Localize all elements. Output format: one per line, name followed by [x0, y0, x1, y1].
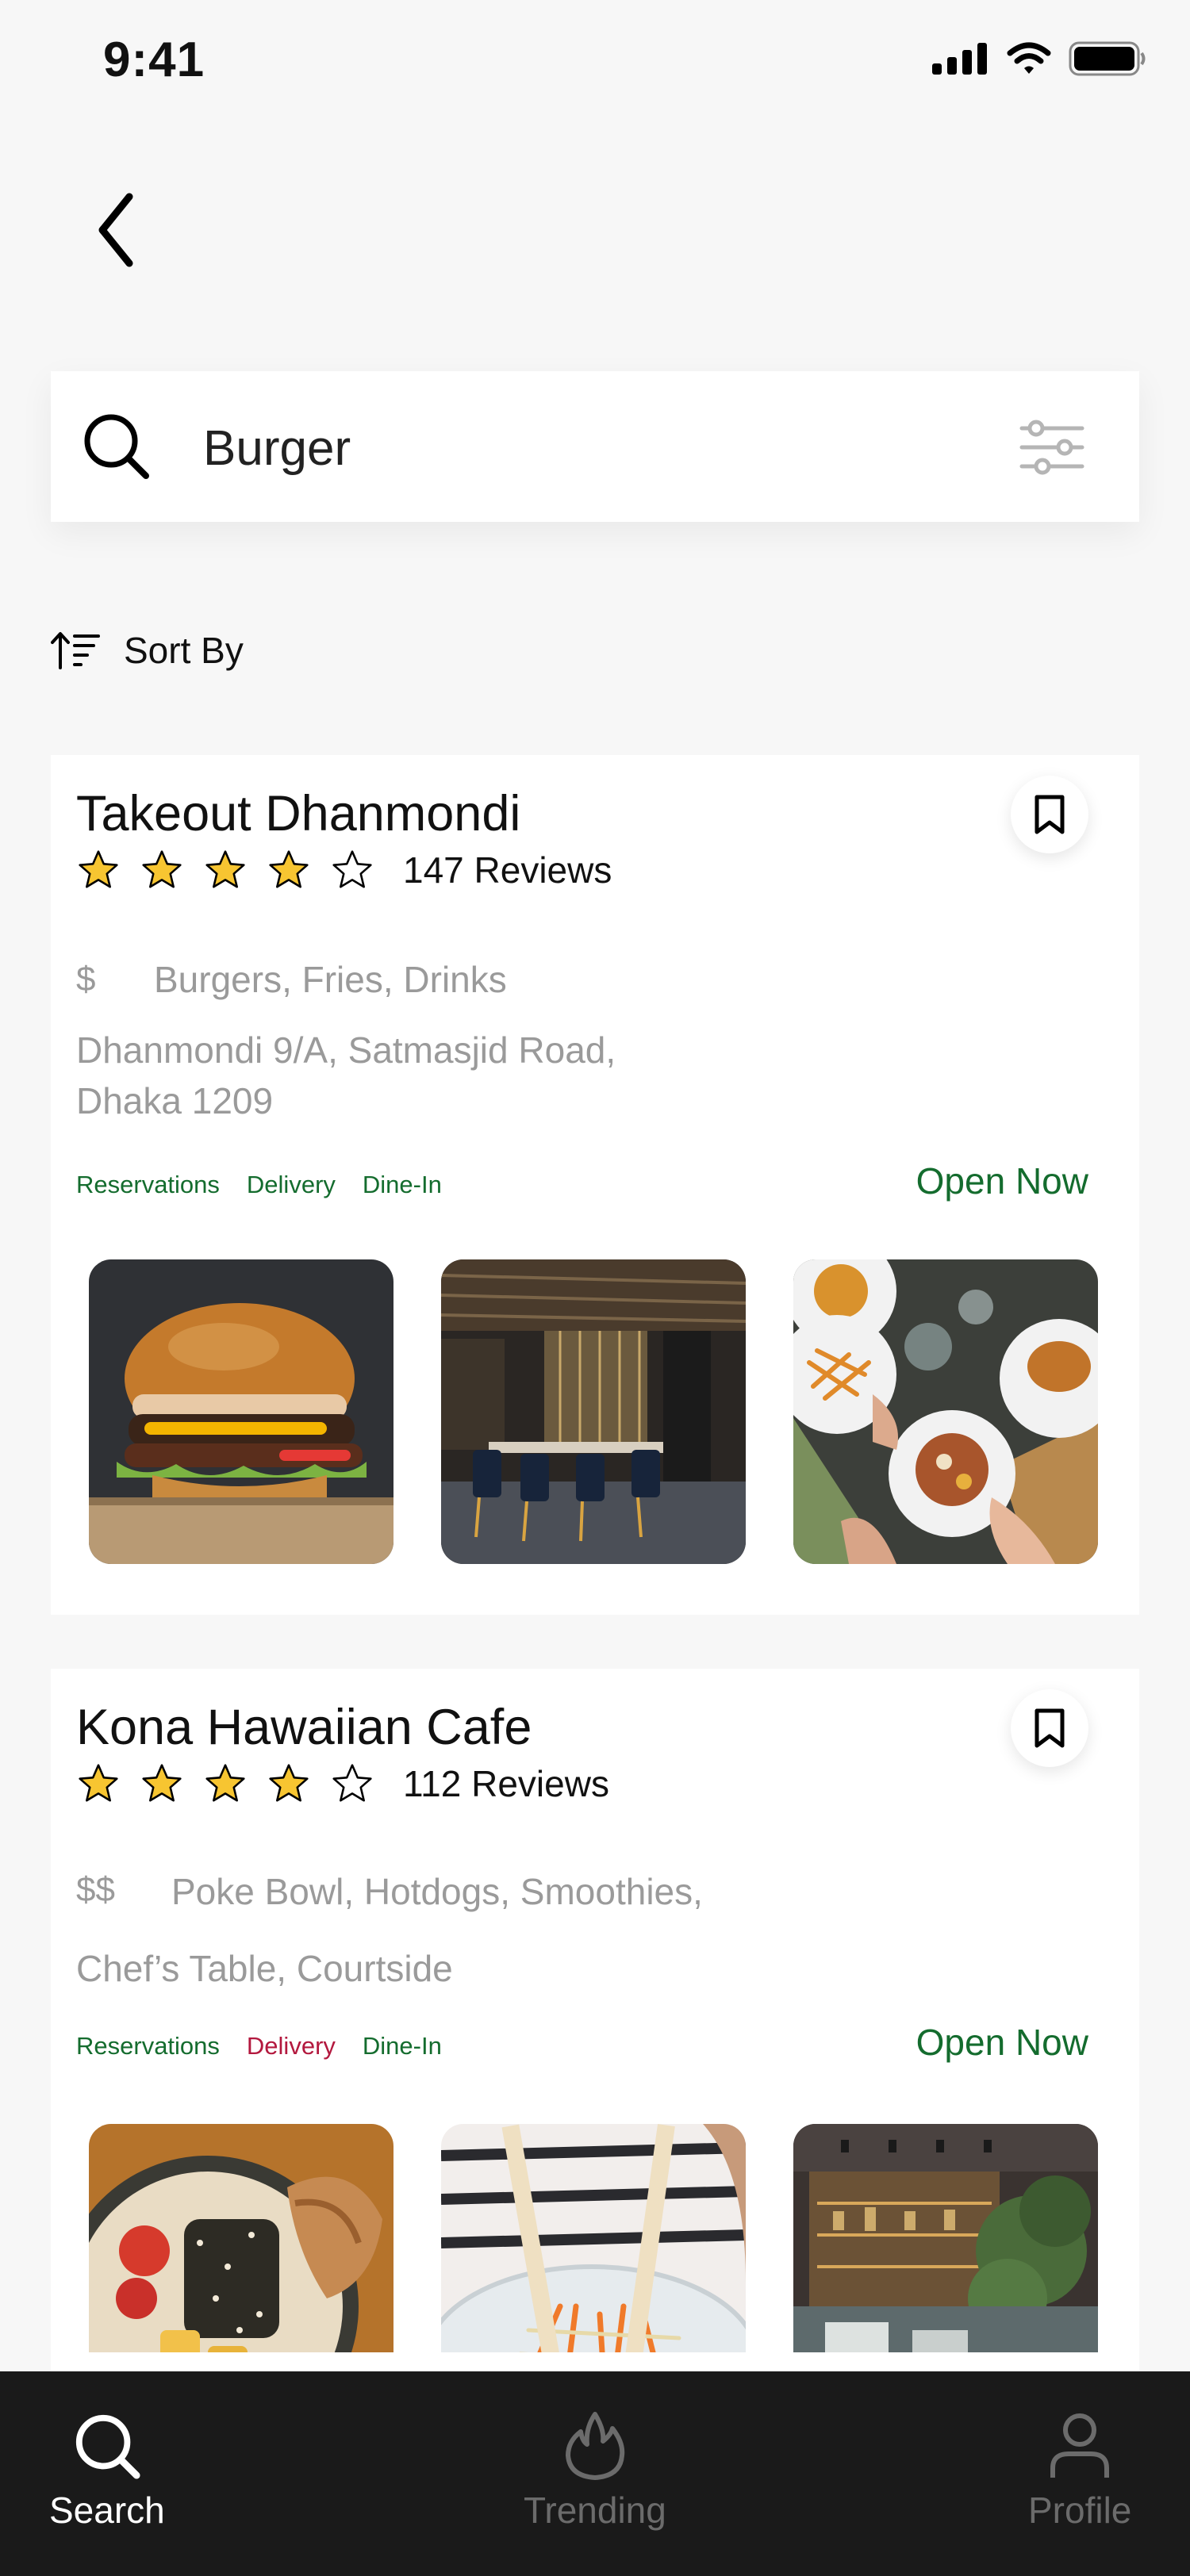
search-input[interactable] — [202, 412, 919, 484]
noodle-salad-photo[interactable] — [441, 2124, 746, 2352]
bookmark-button[interactable] — [1011, 1689, 1088, 1767]
address: Dhanmondi 9/A, Satmasjid Road, Dhaka 120… — [76, 1025, 790, 1126]
restaurant-card[interactable]: Takeout Dhanmondi 147 Reviews $ Burgers,… — [51, 755, 1139, 1615]
back-button[interactable] — [79, 186, 151, 274]
star-filled-icon — [79, 1764, 118, 1802]
filter-button[interactable] — [1012, 409, 1092, 485]
star-filled-icon — [79, 850, 118, 888]
bookmark-icon — [1035, 795, 1065, 834]
status-icons — [932, 41, 1146, 76]
wifi-icon — [1007, 42, 1051, 74]
address-line: Dhaka 1209 — [76, 1080, 274, 1121]
rating-row: 112 Reviews — [76, 1762, 609, 1805]
person-icon — [1050, 2413, 1110, 2478]
star-empty-icon — [332, 850, 372, 888]
shared-meal-photo[interactable] — [793, 1259, 1098, 1564]
tab-label: Search — [49, 2490, 165, 2531]
bookmark-icon — [1035, 1708, 1065, 1748]
star-filled-icon — [142, 850, 182, 888]
sort-label: Sort By — [124, 630, 244, 671]
sliders-icon — [1019, 420, 1084, 475]
status-bar: 9:41 — [0, 0, 1190, 119]
restaurant-name: Kona Hawaiian Cafe — [76, 1700, 532, 1755]
flame-icon — [565, 2412, 625, 2480]
burger-photo[interactable] — [89, 1259, 393, 1564]
battery-icon — [1069, 41, 1146, 76]
rating-row: 147 Reviews — [76, 849, 612, 891]
open-status: Open Now — [916, 2022, 1088, 2063]
tag-reservations: Reservations — [76, 1171, 220, 1198]
star-filled-icon — [205, 1764, 245, 1802]
tab-label: Profile — [1028, 2490, 1132, 2531]
star-filled-icon — [205, 850, 245, 888]
star-filled-icon — [142, 1764, 182, 1802]
tag-dine-in: Dine-In — [362, 2032, 442, 2060]
poke-bowl-photo[interactable] — [89, 2124, 393, 2352]
search-icon — [75, 2414, 140, 2479]
tab-search[interactable]: Search — [49, 2411, 165, 2532]
tab-bar: Search Trending Profile — [0, 2371, 1190, 2576]
photo-gallery — [89, 1259, 1098, 1564]
open-status: Open Now — [916, 1160, 1088, 1202]
star-empty-icon — [332, 1764, 372, 1802]
review-count: 112 Reviews — [403, 1763, 609, 1804]
restaurant-name: Takeout Dhanmondi — [76, 786, 521, 841]
star-filled-icon — [269, 850, 309, 888]
cuisine-list: Poke Bowl, Hotdogs, Smoothies, — [171, 1871, 703, 1912]
tab-label: Trending — [524, 2490, 666, 2531]
tab-profile[interactable]: Profile — [1028, 2411, 1131, 2532]
address-line: Chef’s Table, Courtside — [76, 1948, 453, 1989]
tag-delivery: Delivery — [246, 1171, 336, 1198]
tag-reservations: Reservations — [76, 2032, 220, 2060]
signal-icon — [932, 43, 987, 75]
price-level: $$ — [76, 1870, 115, 1909]
cuisine-list: Burgers, Fries, Drinks — [154, 959, 507, 1000]
tag-dine-in: Dine-In — [362, 1171, 442, 1198]
restaurant-interior-photo[interactable] — [441, 1259, 746, 1564]
star-filled-icon — [269, 1764, 309, 1802]
service-tags: Reservations Delivery Dine-In — [76, 2032, 442, 2060]
search-bar — [51, 371, 1139, 522]
tag-delivery: Delivery — [246, 2032, 336, 2060]
bookmark-button[interactable] — [1011, 776, 1088, 853]
star-rating — [76, 1762, 374, 1805]
service-tags: Reservations Delivery Dine-In — [76, 1171, 442, 1199]
search-icon — [84, 414, 149, 479]
sort-button[interactable]: Sort By — [51, 619, 244, 682]
review-count: 147 Reviews — [403, 849, 612, 891]
photo-gallery — [89, 2124, 1098, 2352]
star-rating — [76, 849, 374, 891]
price-level: $ — [76, 960, 96, 999]
chevron-left-icon — [98, 193, 133, 267]
address: Chef’s Table, Courtside — [76, 1943, 790, 1994]
tab-trending[interactable]: Trending — [524, 2411, 666, 2532]
cafe-interior-photo[interactable] — [793, 2124, 1098, 2352]
status-time: 9:41 — [103, 33, 205, 87]
sort-icon — [51, 632, 100, 669]
address-line: Dhanmondi 9/A, Satmasjid Road, — [76, 1029, 616, 1071]
